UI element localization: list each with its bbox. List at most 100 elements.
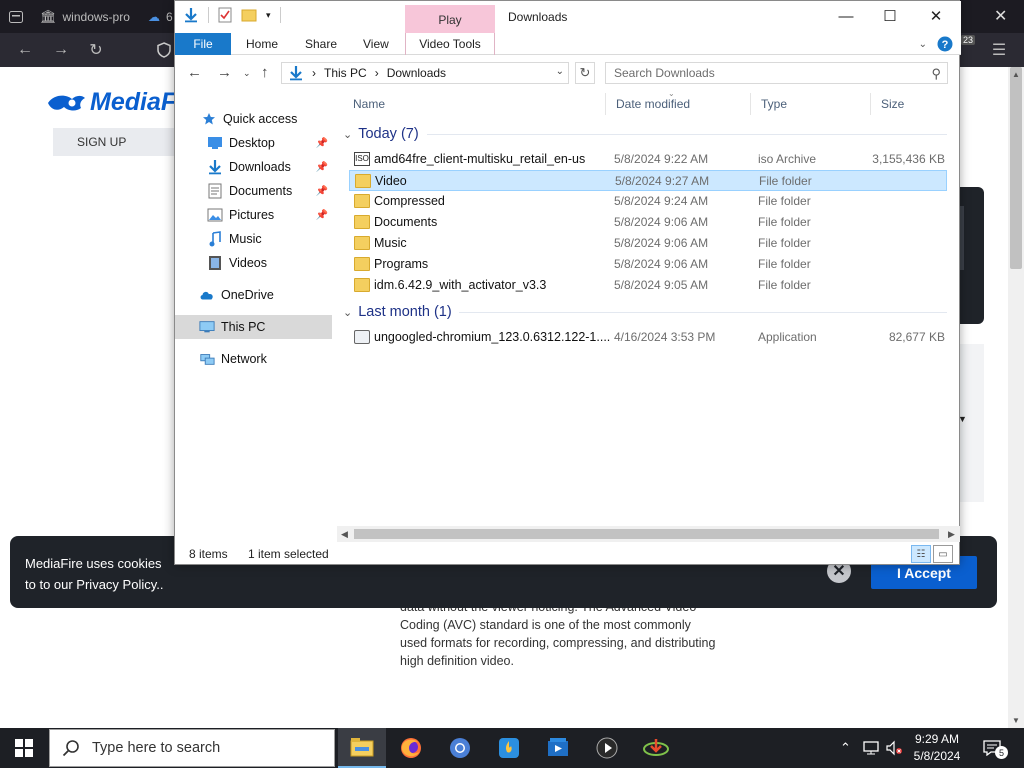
sidebar-item-pictures[interactable]: Pictures 📌 [175,203,332,227]
group-header[interactable]: ⌄ Last month (1) [343,301,452,323]
play-context-tab[interactable]: Play [405,5,495,33]
taskbar-search-placeholder: Type here to search [92,740,221,756]
group-header[interactable]: ⌄ Today (7) [343,123,419,145]
sidebar-item-label: Pictures [229,208,275,222]
table-row[interactable]: Music 5/8/2024 9:06 AM File folder [349,233,947,254]
search-placeholder: Search Downloads [614,66,715,80]
reload-icon[interactable]: ↻ [85,39,107,61]
browser-close-button[interactable]: ✕ [994,6,1007,26]
chevron-down-icon[interactable]: ⌄ [556,66,564,77]
refresh-button[interactable]: ↻ [575,62,595,84]
download-arrow-icon[interactable] [183,7,199,23]
table-row[interactable]: idm.6.42.9_with_activator_v3.3 5/8/2024 9… [349,275,947,296]
address-bar[interactable]: › This PC › Downloads ⌄ [281,62,569,84]
view-switcher: ☷ ▭ [911,545,953,563]
network-icon[interactable] [862,740,880,756]
breadcrumb-downloads[interactable]: Downloads [387,66,446,80]
large-icons-view-icon[interactable]: ▭ [933,545,953,563]
show-hidden-icons-icon[interactable]: ⌃ [840,740,851,756]
horizontal-scrollbar-thumb[interactable] [354,529,939,539]
star-icon [201,111,217,127]
table-row[interactable]: Programs 5/8/2024 9:06 AM File folder [349,254,947,275]
sidebar-item-network[interactable]: Network [175,347,332,371]
toolbar-divider [208,7,209,23]
new-folder-icon[interactable] [241,7,257,23]
file-type: File folder [758,257,811,271]
maximize-button[interactable]: ☐ [867,1,913,31]
file-name: Programs [374,257,429,271]
taskbar-app[interactable] [485,728,533,768]
taskbar-video-app[interactable] [534,728,582,768]
properties-icon[interactable] [218,7,232,23]
forward-arrow-icon[interactable]: → [50,39,72,61]
column-header-size[interactable]: Size [870,93,950,115]
sidebar-item-onedrive[interactable]: OneDrive [175,283,332,307]
sidebar-item-label: Network [221,352,267,366]
sidebar-item-videos[interactable]: Videos [175,251,332,275]
back-arrow-icon[interactable]: ← [187,64,202,81]
back-arrow-icon[interactable]: ← [14,39,36,61]
application-icon [354,330,370,344]
tab-view[interactable]: View [363,33,389,55]
sidebar-item-music[interactable]: Music [175,227,332,251]
sidebar-item-documents[interactable]: Documents 📌 [175,179,332,203]
scroll-up-arrow-icon[interactable]: ▲ [1012,70,1020,79]
computer-icon [199,319,215,335]
browser-tab[interactable]: 🏛 windows-pro [40,4,130,30]
recent-locations-icon[interactable]: ⌄ [243,68,251,79]
taskbar-firefox[interactable] [387,728,435,768]
breadcrumb-this-pc[interactable]: This PC [324,66,367,80]
volume-muted-icon[interactable] [885,740,903,756]
table-row[interactable]: Compressed 5/8/2024 9:24 AM File folder [349,191,947,212]
tab-home[interactable]: Home [246,33,278,55]
up-arrow-icon[interactable]: ↑ [261,64,269,81]
help-icon[interactable]: ? [937,36,953,52]
sidebar-item-this-pc[interactable]: This PC [175,315,332,339]
scroll-left-arrow-icon[interactable]: ◀ [341,529,348,540]
scroll-right-arrow-icon[interactable]: ▶ [948,529,955,540]
search-input[interactable]: Search Downloads ⚲ [605,62,948,84]
taskbar-search-input[interactable]: Type here to search [49,729,335,767]
table-row[interactable]: ISO amd64fre_client-multisku_retail_en-us… [349,149,947,170]
column-header-name[interactable]: Name [343,93,605,115]
sidebar-item-label: Documents [229,184,293,198]
scroll-down-arrow-icon[interactable]: ▼ [1012,716,1020,725]
taskbar-chromium[interactable] [436,728,484,768]
tab-file[interactable]: File [175,33,231,55]
sidebar-item-desktop[interactable]: Desktop 📌 [175,131,332,155]
page-scrollbar-thumb[interactable] [1010,67,1022,269]
browser-tab-overview-button[interactable] [8,4,24,30]
sign-up-link[interactable]: SIGN UP [53,135,150,149]
browser-menu-button[interactable]: ☰ [988,39,1010,61]
cloud-icon: ☁ [148,10,160,24]
sort-indicator-icon: ⌄ [668,89,675,98]
tab-share[interactable]: Share [305,33,337,55]
shield-icon[interactable] [153,39,175,61]
browser-tab[interactable]: ☁ 6 [148,4,173,30]
table-row[interactable]: ungoogled-chromium_123.0.6312.122-1.... 4… [349,327,947,348]
expand-ribbon-icon[interactable]: ⌄ [919,39,927,50]
details-view-icon[interactable]: ☷ [911,545,931,563]
system-clock[interactable]: 9:29 AM 5/8/2024 [903,731,971,765]
tab-video-tools[interactable]: Video Tools [405,33,495,55]
taskbar-media-player[interactable] [583,728,631,768]
app-icon [499,738,519,758]
forward-arrow-icon[interactable]: → [217,64,232,81]
table-row[interactable]: Documents 5/8/2024 9:06 AM File folder [349,212,947,233]
table-row[interactable]: Video 5/8/2024 9:27 AM File folder [349,170,947,191]
media-player-icon [596,737,618,759]
firefox-icon [401,738,421,758]
column-header-type[interactable]: Type [750,93,870,115]
sidebar-item-quick-access[interactable]: Quick access [175,107,332,131]
explorer-title-bar[interactable]: ▾ Play Downloads — ☐ ✕ [175,1,961,33]
horizontal-scrollbar[interactable]: ◀ ▶ [337,526,960,542]
navigation-pane: Quick access Desktop 📌 Downloads 📌 Documents 📌… [175,95,332,527]
customize-toolbar-icon[interactable]: ▾ [266,10,271,21]
column-header-date[interactable]: Date modified [605,93,750,115]
start-button[interactable] [0,728,48,768]
sidebar-item-downloads[interactable]: Downloads 📌 [175,155,332,179]
close-button[interactable]: ✕ [913,1,959,31]
taskbar-file-explorer[interactable] [338,728,386,768]
minimize-button[interactable]: — [823,1,869,31]
taskbar-download-manager[interactable] [632,728,680,768]
